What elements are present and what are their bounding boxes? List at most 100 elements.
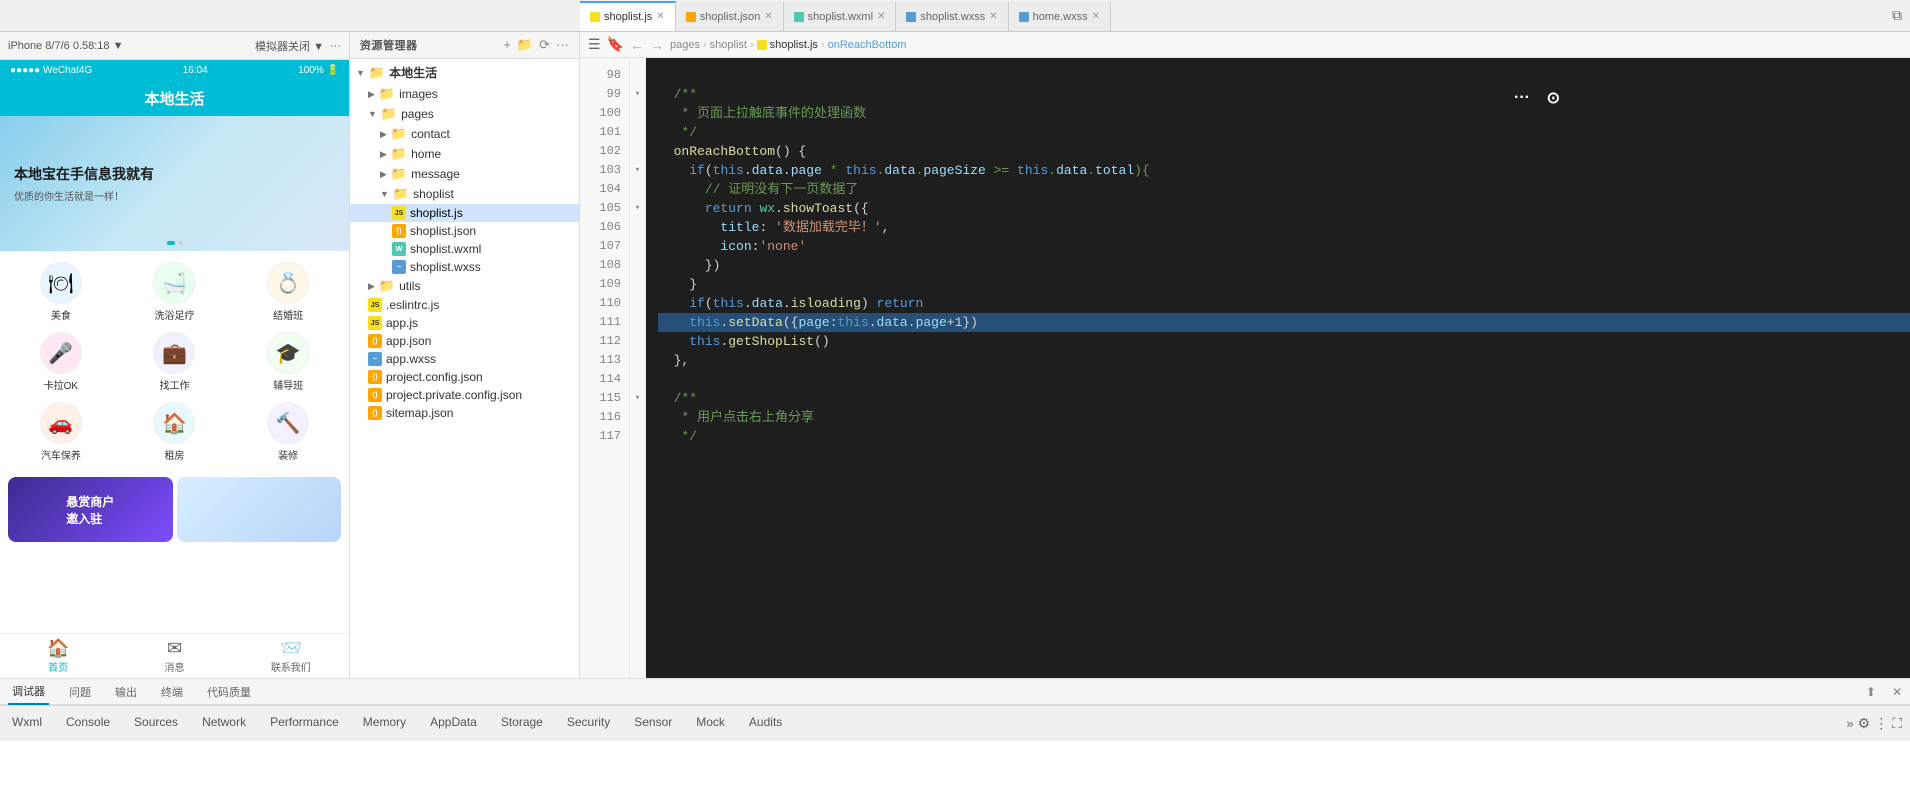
fold-arrow-98 (630, 66, 645, 85)
more-devtools-icon[interactable]: » (1846, 716, 1853, 731)
folder-item-images[interactable]: ▶📁images (350, 84, 579, 104)
tab-shoplist-wxss[interactable]: shoplist.wxss✕ (896, 1, 1008, 31)
tab-icon-json (686, 12, 696, 22)
tab-close-icon[interactable]: ✕ (1092, 11, 1100, 22)
line-number-101: 101 (580, 123, 629, 142)
fold-arrow-111 (630, 313, 645, 332)
phone-nav-home[interactable]: 🏠 首页 (0, 634, 116, 678)
phone-nav-contact[interactable]: 📨 联系我们 (233, 634, 349, 678)
fe-more-icon[interactable]: ··· (556, 37, 569, 53)
line-number-105: 105 (580, 199, 629, 218)
file-item-.eslintrc.js[interactable]: JS.eslintrc.js (350, 296, 579, 314)
line-number-115: 115 (580, 389, 629, 408)
tab-icon-wxss (1019, 12, 1029, 22)
device-selector[interactable]: iPhone 8/7/6 0.58:18 ▼ (8, 40, 123, 52)
phone-icon-1[interactable]: 🛁洗浴足疗 (118, 257, 232, 327)
devtools-tab-mock[interactable]: Mock (684, 706, 737, 742)
folder-item-contact[interactable]: ▶📁contact (350, 124, 579, 144)
tab-close-icon[interactable]: ✕ (764, 11, 772, 22)
file-item-app.json[interactable]: {}app.json (350, 332, 579, 350)
code-line-117: */ (658, 427, 1910, 446)
tab-shoplist-wxml[interactable]: shoplist.wxml✕ (784, 1, 897, 31)
panel-maximize[interactable]: ⬆ (1866, 685, 1876, 699)
fe-new-file-icon[interactable]: + (503, 37, 511, 53)
phone-icon-6[interactable]: 🚗汽车保养 (4, 397, 118, 467)
phone-title: 本地生活 (144, 88, 204, 109)
phone-nav-message[interactable]: ✉ 消息 (116, 634, 232, 678)
panel-tab-codequality[interactable]: 代码质量 (203, 684, 255, 700)
fe-new-folder-icon[interactable]: 📁 (517, 37, 533, 53)
file-item-sitemap.json[interactable]: {}sitemap.json (350, 404, 579, 422)
folder-item-home[interactable]: ▶📁home (350, 144, 579, 164)
file-item-shoplist.json[interactable]: {}shoplist.json (350, 222, 579, 240)
panel-tab-terminal[interactable]: 终端 (157, 684, 187, 700)
devtools-tab-sources[interactable]: Sources (122, 706, 190, 742)
code-line-104: // 证明没有下一页数据了 (658, 180, 1910, 199)
line-number-111: 111 (580, 313, 629, 332)
fold-arrow-115[interactable]: ▾ (630, 389, 645, 408)
phone-icon-7[interactable]: 🏠租房 (118, 397, 232, 467)
devtools-tab-audits[interactable]: Audits (737, 706, 794, 742)
line-number-108: 108 (580, 256, 629, 275)
devtools-expand-icon[interactable]: ⛶ (1892, 715, 1902, 732)
fold-arrow-102 (630, 142, 645, 161)
file-item-project.private.config.json[interactable]: {}project.private.config.json (350, 386, 579, 404)
devtools-tab-console[interactable]: Console (54, 706, 122, 742)
line-number-102: 102 (580, 142, 629, 161)
network-selector[interactable]: 模拟器关闭 ▼ (255, 38, 324, 54)
tab-close-icon[interactable]: ✕ (989, 11, 997, 22)
tab-home-wxss[interactable]: home.wxss✕ (1009, 1, 1111, 31)
panel-tab-debugger[interactable]: 调试器 (8, 679, 49, 705)
file-item-app.js[interactable]: JSapp.js (350, 314, 579, 332)
toggle-sidebar-icon[interactable]: ☰ (588, 36, 601, 53)
folder-item-utils[interactable]: ▶📁utils (350, 276, 579, 296)
back-icon[interactable]: ← (630, 37, 644, 53)
tab-close-icon[interactable]: ✕ (877, 11, 885, 22)
file-tree-root[interactable]: ▼📁本地生活 (350, 61, 579, 84)
forward-icon[interactable]: → (650, 37, 664, 53)
devtools-tab-performance[interactable]: Performance (258, 706, 351, 742)
file-item-project.config.json[interactable]: {}project.config.json (350, 368, 579, 386)
devtools-tab-wxml[interactable]: Wxml (0, 706, 54, 742)
devtools-tab-storage[interactable]: Storage (489, 706, 555, 742)
devtools-tab-sensor[interactable]: Sensor (622, 706, 684, 742)
devtools-settings-icon[interactable]: ⚙ (1858, 715, 1871, 732)
devtools-tab-network[interactable]: Network (190, 706, 258, 742)
tab-shoplist-js[interactable]: shoplist.js✕ (580, 1, 676, 31)
tab-icon-wxml (794, 12, 804, 22)
phone-icon-5[interactable]: 🎓辅导班 (231, 327, 345, 397)
fold-arrow-106 (630, 218, 645, 237)
fe-refresh-icon[interactable]: ⟳ (539, 37, 550, 53)
panel-tab-problems[interactable]: 问题 (65, 684, 95, 700)
panel-close[interactable]: ✕ (1892, 685, 1902, 699)
devtools-more-icon[interactable]: ⋮ (1874, 715, 1888, 732)
file-item-shoplist.js[interactable]: JSshoplist.js (350, 204, 579, 222)
split-editor-icon[interactable]: ⧉ (1892, 7, 1902, 24)
folder-item-message[interactable]: ▶📁message (350, 164, 579, 184)
fold-arrow-103[interactable]: ▾ (630, 161, 645, 180)
bookmark-icon[interactable]: 🔖 (607, 36, 624, 53)
phone-icon-3[interactable]: 🎤卡拉OK (4, 327, 118, 397)
tab-shoplist-json[interactable]: shoplist.json✕ (676, 1, 784, 31)
devtools-tab-security[interactable]: Security (555, 706, 622, 742)
phone-icon-4[interactable]: 💼找工作 (118, 327, 232, 397)
more-device-options[interactable]: ··· (330, 40, 341, 52)
fold-arrow-105[interactable]: ▾ (630, 199, 645, 218)
phone-icon-0[interactable]: 🍽美食 (4, 257, 118, 327)
devtools-tab-appdata[interactable]: AppData (418, 706, 489, 742)
panel-tab-output[interactable]: 输出 (111, 684, 141, 700)
devtools-tab-memory[interactable]: Memory (351, 706, 418, 742)
fold-arrow-99[interactable]: ▾ (630, 85, 645, 104)
folder-item-shoplist[interactable]: ▼📁shoplist (350, 184, 579, 204)
file-item-shoplist.wxss[interactable]: ~shoplist.wxss (350, 258, 579, 276)
fold-arrow-112 (630, 332, 645, 351)
phone-icon-8[interactable]: 🔨装修 (231, 397, 345, 467)
line-number-98: 98 (580, 66, 629, 85)
folder-item-pages[interactable]: ▼📁pages (350, 104, 579, 124)
code-line-113: }, (658, 351, 1910, 370)
phone-icon-2[interactable]: 💍结婚班 (231, 257, 345, 327)
line-number-116: 116 (580, 408, 629, 427)
file-item-app.wxss[interactable]: ~app.wxss (350, 350, 579, 368)
tab-close-icon[interactable]: ✕ (656, 11, 664, 22)
file-item-shoplist.wxml[interactable]: Wshoplist.wxml (350, 240, 579, 258)
